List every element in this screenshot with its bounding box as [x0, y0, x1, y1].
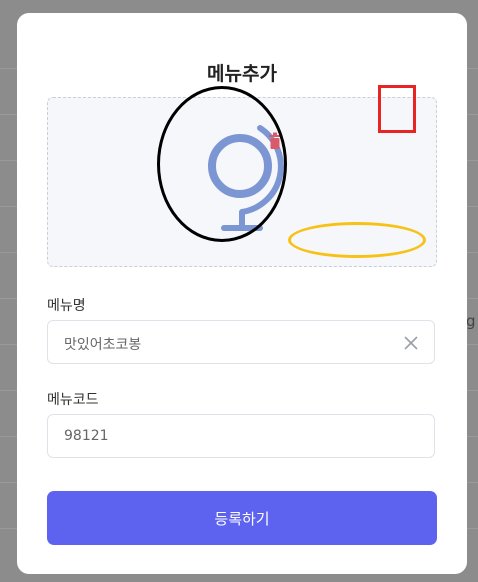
menu-code-field[interactable]: 98121: [47, 414, 435, 458]
menu-code-label: 메뉴코드: [47, 392, 99, 408]
menu-name-label: 메뉴명: [47, 298, 86, 314]
menu-name-value: 맛있어초코봉: [64, 337, 142, 353]
menu-name-field[interactable]: 맛있어초코봉: [47, 320, 435, 364]
annotation-black-circle: [157, 86, 287, 242]
modal-title: 메뉴추가: [207, 63, 277, 85]
annotation-yellow-ellipse: [288, 222, 426, 258]
menu-code-value: 98121: [64, 428, 109, 444]
annotation-red-rectangle: [378, 85, 416, 133]
background-edge-text: g: [466, 312, 476, 330]
close-icon[interactable]: [404, 336, 418, 350]
submit-button[interactable]: 등록하기: [47, 491, 437, 545]
